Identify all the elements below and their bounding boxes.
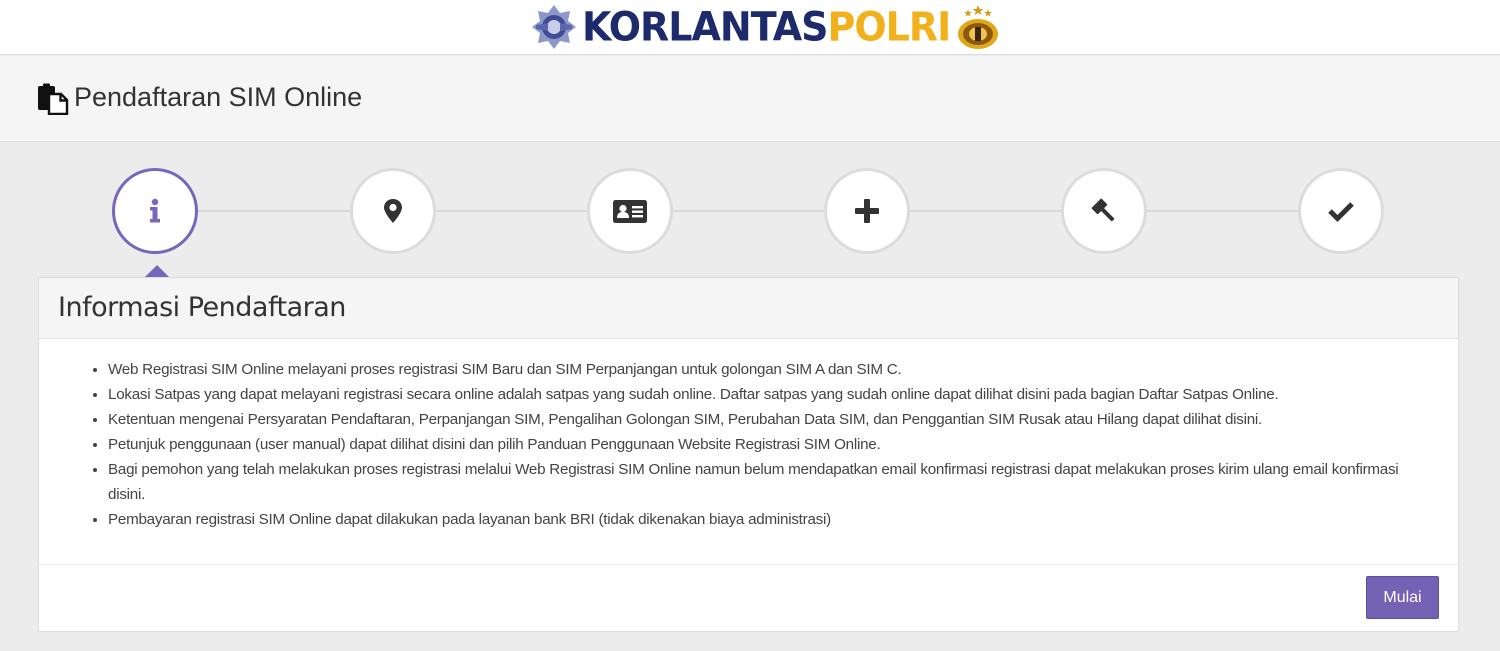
page-title-bar: Pendaftaran SIM Online [0,56,1500,142]
panel-footer: Mulai [39,564,1458,632]
panel-body: Web Registrasi SIM Online melayani prose… [39,339,1458,564]
brand-header: KORLANTASPOLRI [0,0,1500,55]
list-item: Ketentuan mengenai Persyaratan Pendaftar… [108,407,1438,432]
info-list: Web Registrasi SIM Online melayani prose… [108,357,1438,532]
polri-emblem-icon [958,5,999,49]
map-marker-icon [384,199,402,223]
check-icon [1328,202,1354,223]
start-button[interactable]: Mulai [1366,576,1439,619]
id-card-icon [613,200,647,223]
step-identity[interactable] [587,168,673,254]
stepper-track [156,210,1342,212]
brand-wordmark: KORLANTASPOLRI [582,1,951,54]
active-step-pointer [145,265,169,277]
list-item: Lokasi Satpas yang dapat melayani regist… [108,382,1438,407]
step-location[interactable] [350,168,436,254]
info-panel: Informasi Pendaftaran Web Registrasi SIM… [38,277,1459,632]
panel-heading: Informasi Pendaftaran [58,292,346,323]
list-item: Bagi pemohon yang telah melakukan proses… [108,457,1438,507]
info-icon [150,198,160,223]
step-info[interactable] [112,168,198,254]
list-item: Petunjuk penggunaan (user manual) dapat … [108,432,1438,457]
step-legal[interactable] [1061,168,1147,254]
list-item: Pembayaran registrasi SIM Online dapat d… [108,507,1438,532]
step-add[interactable] [824,168,910,254]
list-item: Web Registrasi SIM Online melayani prose… [108,357,1438,382]
page-title: Pendaftaran SIM Online [74,82,363,112]
plus-icon [855,199,879,223]
paste-document-icon [38,83,69,115]
korlantas-emblem-icon [532,5,576,49]
brand-text-polri: POLRI [827,3,951,51]
brand-text-korlantas: KORLANTAS [582,3,828,51]
gavel-icon [1091,198,1115,222]
brand-logo[interactable]: KORLANTASPOLRI [530,2,1002,52]
step-finish[interactable] [1298,168,1384,254]
panel-header: Informasi Pendaftaran [39,278,1458,339]
